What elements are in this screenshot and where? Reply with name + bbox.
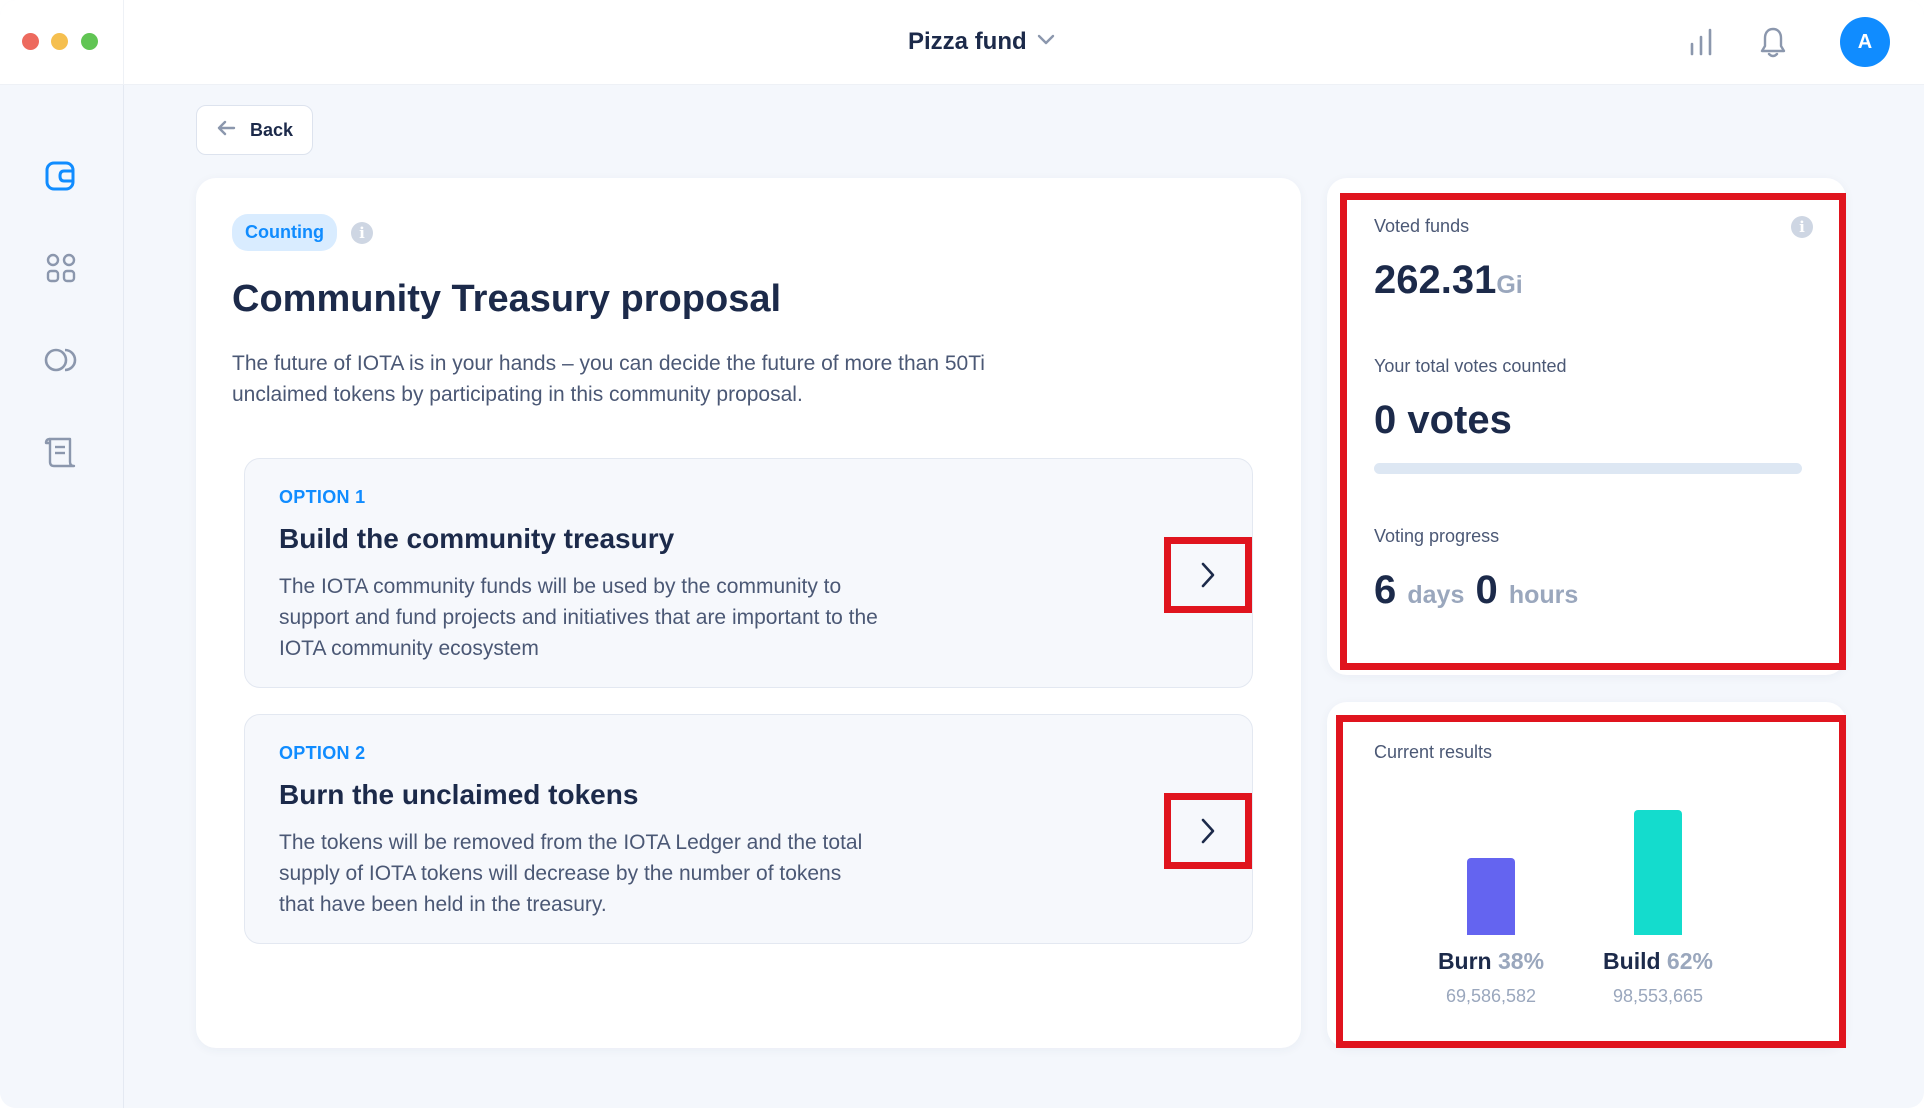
title-bar: Pizza fund A [0,0,1924,85]
close-window-button[interactable] [22,33,39,50]
grid-icon[interactable] [40,247,82,289]
burn-percent: 38% [1498,948,1545,974]
voting-stats-panel: Voted funds i 262.31Gi Your total votes … [1327,178,1846,675]
voted-funds-value: 262.31Gi [1374,258,1523,303]
option-2-open-button[interactable] [1164,793,1252,869]
chevron-right-icon [1201,818,1215,844]
days-unit: days [1407,581,1465,609]
chevron-down-icon [1037,33,1055,51]
build-result-bar [1634,810,1682,935]
arrow-left-icon [216,120,236,141]
total-votes-label: Your total votes counted [1374,356,1567,376]
burn-name: Burn [1437,948,1492,974]
maximize-window-button[interactable] [81,33,98,50]
proposal-title: Community Treasury proposal [232,278,782,320]
app-window: Pizza fund A Back Counting i Community T… [0,0,1924,1108]
voted-funds-unit: Gi [1496,271,1523,299]
chevron-right-icon [1201,562,1215,588]
info-icon[interactable]: i [1791,216,1813,238]
option-description: The IOTA community funds will be used by… [279,575,878,660]
info-icon[interactable]: i [350,221,373,244]
profile-switcher[interactable]: Pizza fund [908,24,1055,60]
back-button[interactable]: Back [196,105,313,155]
burn-result-label: Burn 38% [1411,948,1571,975]
proposal-description: The future of IOTA is in your hands – yo… [232,352,985,406]
hours-value: 0 [1475,568,1498,612]
burn-result-bar [1467,858,1515,935]
option-label: OPTION 1 [279,487,366,507]
build-count: 98,553,665 [1612,986,1704,1006]
option-card-build[interactable]: OPTION 1 Build the community treasury Th… [244,458,1253,688]
title-bar-divider [123,0,124,85]
toggle-icon[interactable] [40,339,82,381]
voting-progress-label: Voting progress [1374,526,1500,546]
proposal-card: Counting i Community Treasury proposal T… [196,178,1301,1048]
wallet-icon[interactable] [40,155,82,197]
days-value: 6 [1374,568,1397,612]
sidebar [0,85,124,1108]
status-badge: Counting [232,214,337,251]
build-name: Build [1603,948,1661,974]
option-label: OPTION 2 [279,743,366,763]
current-results-label: Current results [1374,742,1493,762]
current-results-panel: Current results Burn 38% 69,586,582 Buil… [1327,702,1846,1048]
avatar[interactable]: A [1840,17,1890,67]
burn-count: 69,586,582 [1445,986,1537,1006]
back-label: Back [249,119,294,140]
total-votes-value: 0 votes [1374,398,1512,442]
option-card-burn[interactable]: OPTION 2 Burn the unclaimed tokens The t… [244,714,1253,944]
build-percent: 62% [1666,948,1713,974]
scroll-icon[interactable] [40,431,82,473]
profile-name: Pizza fund [908,28,1027,55]
voting-time-remaining: 6 days 0 hours [1374,568,1578,613]
votes-progress-bar [1374,463,1802,474]
option-title: Burn the unclaimed tokens [279,779,639,810]
option-1-open-button[interactable] [1164,537,1252,613]
minimize-window-button[interactable] [51,33,68,50]
bell-icon[interactable] [1752,21,1794,63]
option-title: Build the community treasury [279,523,675,554]
voted-funds-label: Voted funds [1374,216,1470,236]
option-description: The tokens will be removed from the IOTA… [279,831,863,916]
hours-unit: hours [1508,581,1579,609]
voted-funds-number: 262.31 [1374,258,1497,302]
build-result-label: Build 62% [1578,948,1738,975]
bar-chart-icon[interactable] [1680,21,1722,63]
